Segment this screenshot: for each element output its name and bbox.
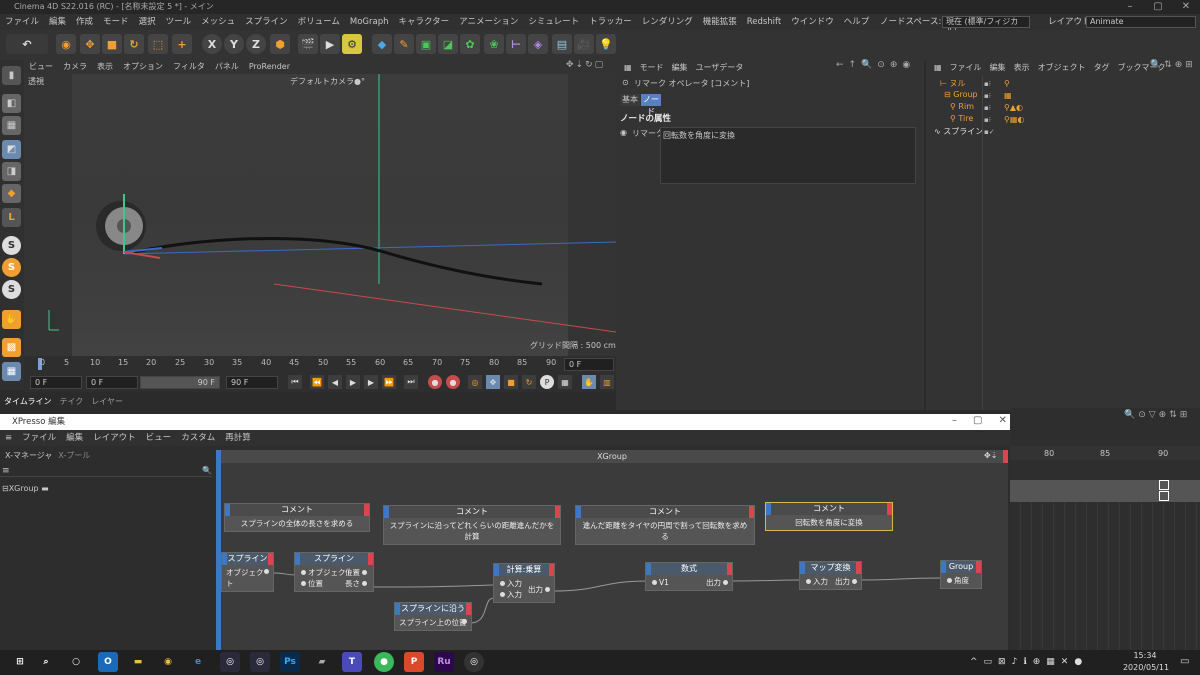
port-label: 位置 [345, 568, 360, 577]
node-title: スプライン [314, 554, 354, 563]
comment-node-selected[interactable]: コメント 回転数を角度に変換 [765, 502, 893, 531]
port-label: 位置 [308, 579, 323, 588]
node-title: スプライン [227, 554, 268, 563]
wire [469, 597, 495, 624]
input-port[interactable] [806, 579, 811, 584]
comment-text: スプラインに沿ってどれくらいの距離進んだかを計算 [384, 518, 560, 544]
clock-date[interactable]: 2020/05/11 [1118, 663, 1174, 672]
port-label: V1 [659, 578, 669, 587]
port-label: 出力 [528, 585, 543, 594]
obj-menu-item[interactable]: オブジェクト [1034, 62, 1090, 73]
port-label: 入力 [507, 590, 522, 599]
close-icon[interactable]: ✕ [1172, 0, 1200, 14]
windows-start-icon[interactable]: ⊞ [10, 652, 30, 672]
obj-menu-item[interactable]: 表示 [1010, 62, 1034, 73]
dopesheet-tick: 80 [1044, 449, 1055, 458]
dopesheet-track[interactable] [1010, 480, 1200, 502]
node-title: コメント [649, 507, 681, 516]
comment-text: スプラインの全体の長さを求める [225, 516, 369, 531]
port-label: 角度 [954, 576, 969, 585]
formula-node[interactable]: 数式 V1 出力 [645, 562, 733, 591]
search-icon[interactable]: ⌕ [36, 652, 56, 672]
app-icon[interactable]: ▰ [312, 652, 332, 672]
port-label: 入力 [507, 579, 522, 588]
dopesheet-icons[interactable]: 🔍⊙▽⊕⇅⊞ [1124, 410, 1190, 420]
comment-text: 回転数を角度に変換 [766, 515, 892, 530]
output-port[interactable] [362, 570, 367, 575]
task-view-icon[interactable]: ○ [66, 652, 86, 672]
cinema4d-alt-icon[interactable]: ◎ [250, 652, 270, 672]
port-label: 長さ [345, 579, 360, 588]
keyframe[interactable] [1159, 480, 1169, 490]
comment-text: 進んだ距離をタイヤの円周で割って回転数を求める [576, 518, 754, 544]
dopesheet-grid[interactable] [1010, 502, 1200, 650]
keyframe[interactable] [1159, 491, 1169, 501]
input-port[interactable] [301, 570, 306, 575]
output-port[interactable] [852, 579, 857, 584]
output-port[interactable] [723, 580, 728, 585]
port-label: スプライン上の位置 [399, 618, 467, 627]
port-label: 出力 [835, 577, 850, 586]
input-port[interactable] [500, 592, 505, 597]
powerpoint-icon[interactable]: P [404, 652, 424, 672]
comment-node[interactable]: コメント 進んだ距離をタイヤの円周で割って回転数を求める [575, 505, 755, 545]
spline-object-node[interactable]: スプライン オブジェクト [221, 552, 274, 592]
output-port[interactable] [462, 619, 467, 624]
node-title: Group [948, 562, 974, 571]
messaging-icon[interactable]: ● [374, 652, 394, 672]
comment-node[interactable]: コメント スプラインに沿ってどれくらいの距離進んだかを計算 [383, 505, 561, 545]
teams-icon[interactable]: T [342, 652, 362, 672]
wire [859, 577, 943, 581]
port-label: 入力 [813, 577, 828, 586]
obj-menu-item[interactable]: タグ [1090, 62, 1114, 73]
output-port[interactable] [362, 581, 367, 586]
file-explorer-icon[interactable]: ▬ [128, 652, 148, 672]
cinema4d-icon[interactable]: ◎ [220, 652, 240, 672]
node-title: マップ変換 [810, 563, 851, 572]
port-label: オブジェクト [226, 568, 264, 588]
input-port[interactable] [652, 580, 657, 585]
photoshop-icon[interactable]: Ps [280, 652, 300, 672]
input-port[interactable] [500, 581, 505, 586]
layout-select[interactable]: Animate [1086, 16, 1196, 28]
node-wires [273, 572, 943, 624]
input-port[interactable] [947, 578, 952, 583]
clock-time[interactable]: 15:34 [1128, 651, 1162, 660]
align-to-spline-node[interactable]: スプラインに沿う スプライン上の位置 [394, 602, 472, 631]
object-search-icons[interactable]: 🔍⇅⊕⊞ [1150, 60, 1196, 70]
notification-icon[interactable]: ▭ [1180, 656, 1189, 667]
edge-icon[interactable]: e [188, 652, 208, 672]
node-title: コメント [456, 507, 488, 516]
math-multiply-node[interactable]: 計算:乗算 入力 入力 出力 [493, 563, 555, 603]
wire [729, 579, 801, 582]
node-title: 計算:乗算 [506, 565, 542, 574]
node-title: 数式 [681, 564, 697, 573]
group-node[interactable]: Group 角度 [940, 560, 982, 589]
comment-node[interactable]: コメント スプラインの全体の長さを求める [224, 503, 370, 532]
wire [553, 580, 649, 592]
output-port[interactable] [264, 569, 269, 574]
port-label: 出力 [706, 578, 721, 587]
spline-info-node[interactable]: スプライン オブジェクト 位置 位置 長さ [294, 552, 374, 592]
node-title: コメント [813, 504, 845, 513]
node-title: コメント [281, 505, 313, 514]
cinema4d-running-icon[interactable]: ◎ [464, 652, 484, 672]
output-port[interactable] [545, 587, 550, 592]
range-mapper-node[interactable]: マップ変換 入力 出力 [799, 561, 862, 590]
chrome-icon[interactable]: ◉ [158, 652, 178, 672]
wire [273, 572, 297, 576]
system-tray-icons[interactable]: ^▭⊠♪ℹ⊕▦✕● [970, 657, 1088, 667]
wire [369, 584, 495, 588]
input-port[interactable] [301, 581, 306, 586]
outlook-icon[interactable]: O [98, 652, 118, 672]
maximize-icon[interactable]: ▢ [1144, 0, 1172, 14]
dopesheet-tick: 90 [1158, 449, 1169, 458]
dopesheet-tick: 85 [1100, 449, 1111, 458]
node-title: スプラインに沿う [401, 604, 465, 613]
minimize-icon[interactable]: – [1116, 0, 1144, 14]
premiere-rush-icon[interactable]: Ru [434, 652, 454, 672]
